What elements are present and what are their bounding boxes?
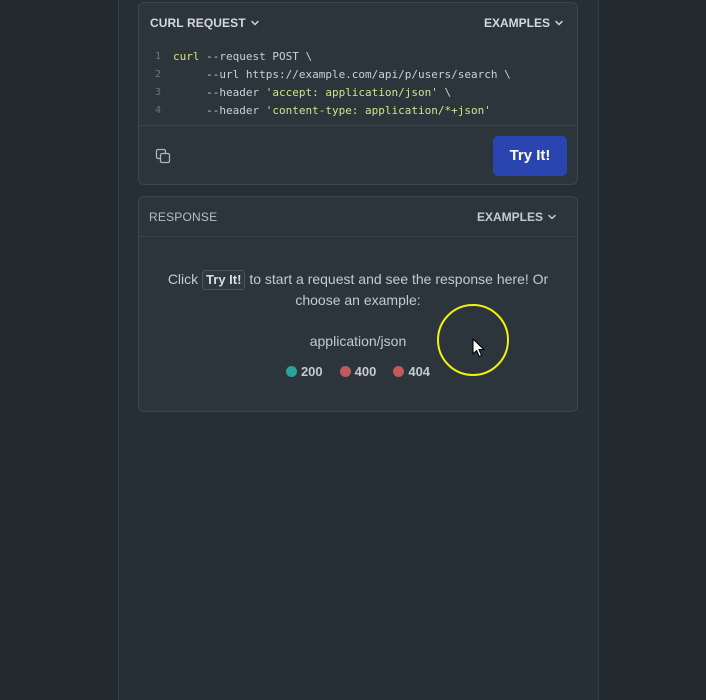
response-examples-dropdown[interactable]: EXAMPLES <box>477 210 557 224</box>
response-examples-label: EXAMPLES <box>476 209 543 224</box>
status-dot-icon <box>339 366 351 377</box>
code-line: 2 --url https://example.com/api/p/users/… <box>139 65 577 83</box>
response-prompt: Click Try It! to start a request and see… <box>139 269 577 311</box>
code-line: 3 --header 'accept: application/json' \ <box>139 83 577 101</box>
code-token: \ <box>437 85 452 99</box>
status-code-label: 404 <box>408 364 431 379</box>
copy-icon <box>155 148 171 163</box>
mouse-pointer-icon <box>472 338 485 358</box>
response-prompt-after: to start a request and see the response … <box>245 271 549 308</box>
curl-request-footer: Try It! <box>139 125 577 185</box>
line-number: 3 <box>154 86 161 98</box>
response-placeholder: Click Try It! to start a request and see… <box>139 237 577 382</box>
code-token: --request POST \ <box>199 49 313 63</box>
curl-request-language-toggle[interactable]: CURL REQUEST <box>150 16 260 30</box>
code-token: 'content-type: application/*+json' <box>265 103 491 117</box>
code-token: --header <box>173 85 266 99</box>
code-line: 4 --header 'content-type: application/*+… <box>139 101 577 119</box>
request-examples-label: EXAMPLES <box>483 16 550 30</box>
curl-request-header: CURL REQUEST EXAMPLES <box>139 3 577 43</box>
code-token: --url https://example.com/api/p/users/se… <box>173 67 511 81</box>
chevron-down-icon <box>548 214 556 219</box>
status-code-option-404[interactable]: 404 <box>393 361 430 382</box>
response-prompt-before: Click <box>167 271 203 287</box>
line-number: 1 <box>154 50 161 62</box>
response-header: RESPONSE EXAMPLES <box>139 197 577 237</box>
code-token: --header <box>173 103 266 117</box>
chevron-down-icon <box>250 20 259 26</box>
status-code-label: 400 <box>354 364 377 379</box>
status-dot-icon <box>285 366 297 377</box>
code-line: 1 curl --request POST \ <box>139 47 577 65</box>
line-number: 2 <box>154 68 161 80</box>
try-it-button[interactable]: Try It! <box>493 135 567 176</box>
request-examples-dropdown[interactable]: EXAMPLES <box>484 16 564 30</box>
curl-request-title: CURL REQUEST <box>150 16 246 30</box>
status-code-label: 200 <box>300 364 323 379</box>
status-dot-icon <box>393 366 405 377</box>
response-mime-type: application/json <box>309 333 407 349</box>
copy-code-button[interactable] <box>154 147 172 165</box>
code-token: 'accept: application/json' <box>265 85 438 99</box>
status-code-examples: 200 400 404 <box>139 361 577 382</box>
status-code-option-400[interactable]: 400 <box>339 361 377 382</box>
response-card: RESPONSE EXAMPLES Click Try It! to start… <box>138 196 578 412</box>
status-code-option-200[interactable]: 200 <box>285 361 323 382</box>
inline-try-it-label: Try It! <box>202 270 246 290</box>
curl-request-card: CURL REQUEST EXAMPLES 1 curl --request PO… <box>138 2 578 185</box>
code-token: curl <box>173 49 200 63</box>
curl-code-block[interactable]: 1 curl --request POST \ 2 --url https://ex… <box>139 47 577 123</box>
chevron-down-icon <box>555 20 563 26</box>
response-title: RESPONSE <box>149 209 218 224</box>
line-number: 4 <box>154 104 161 116</box>
